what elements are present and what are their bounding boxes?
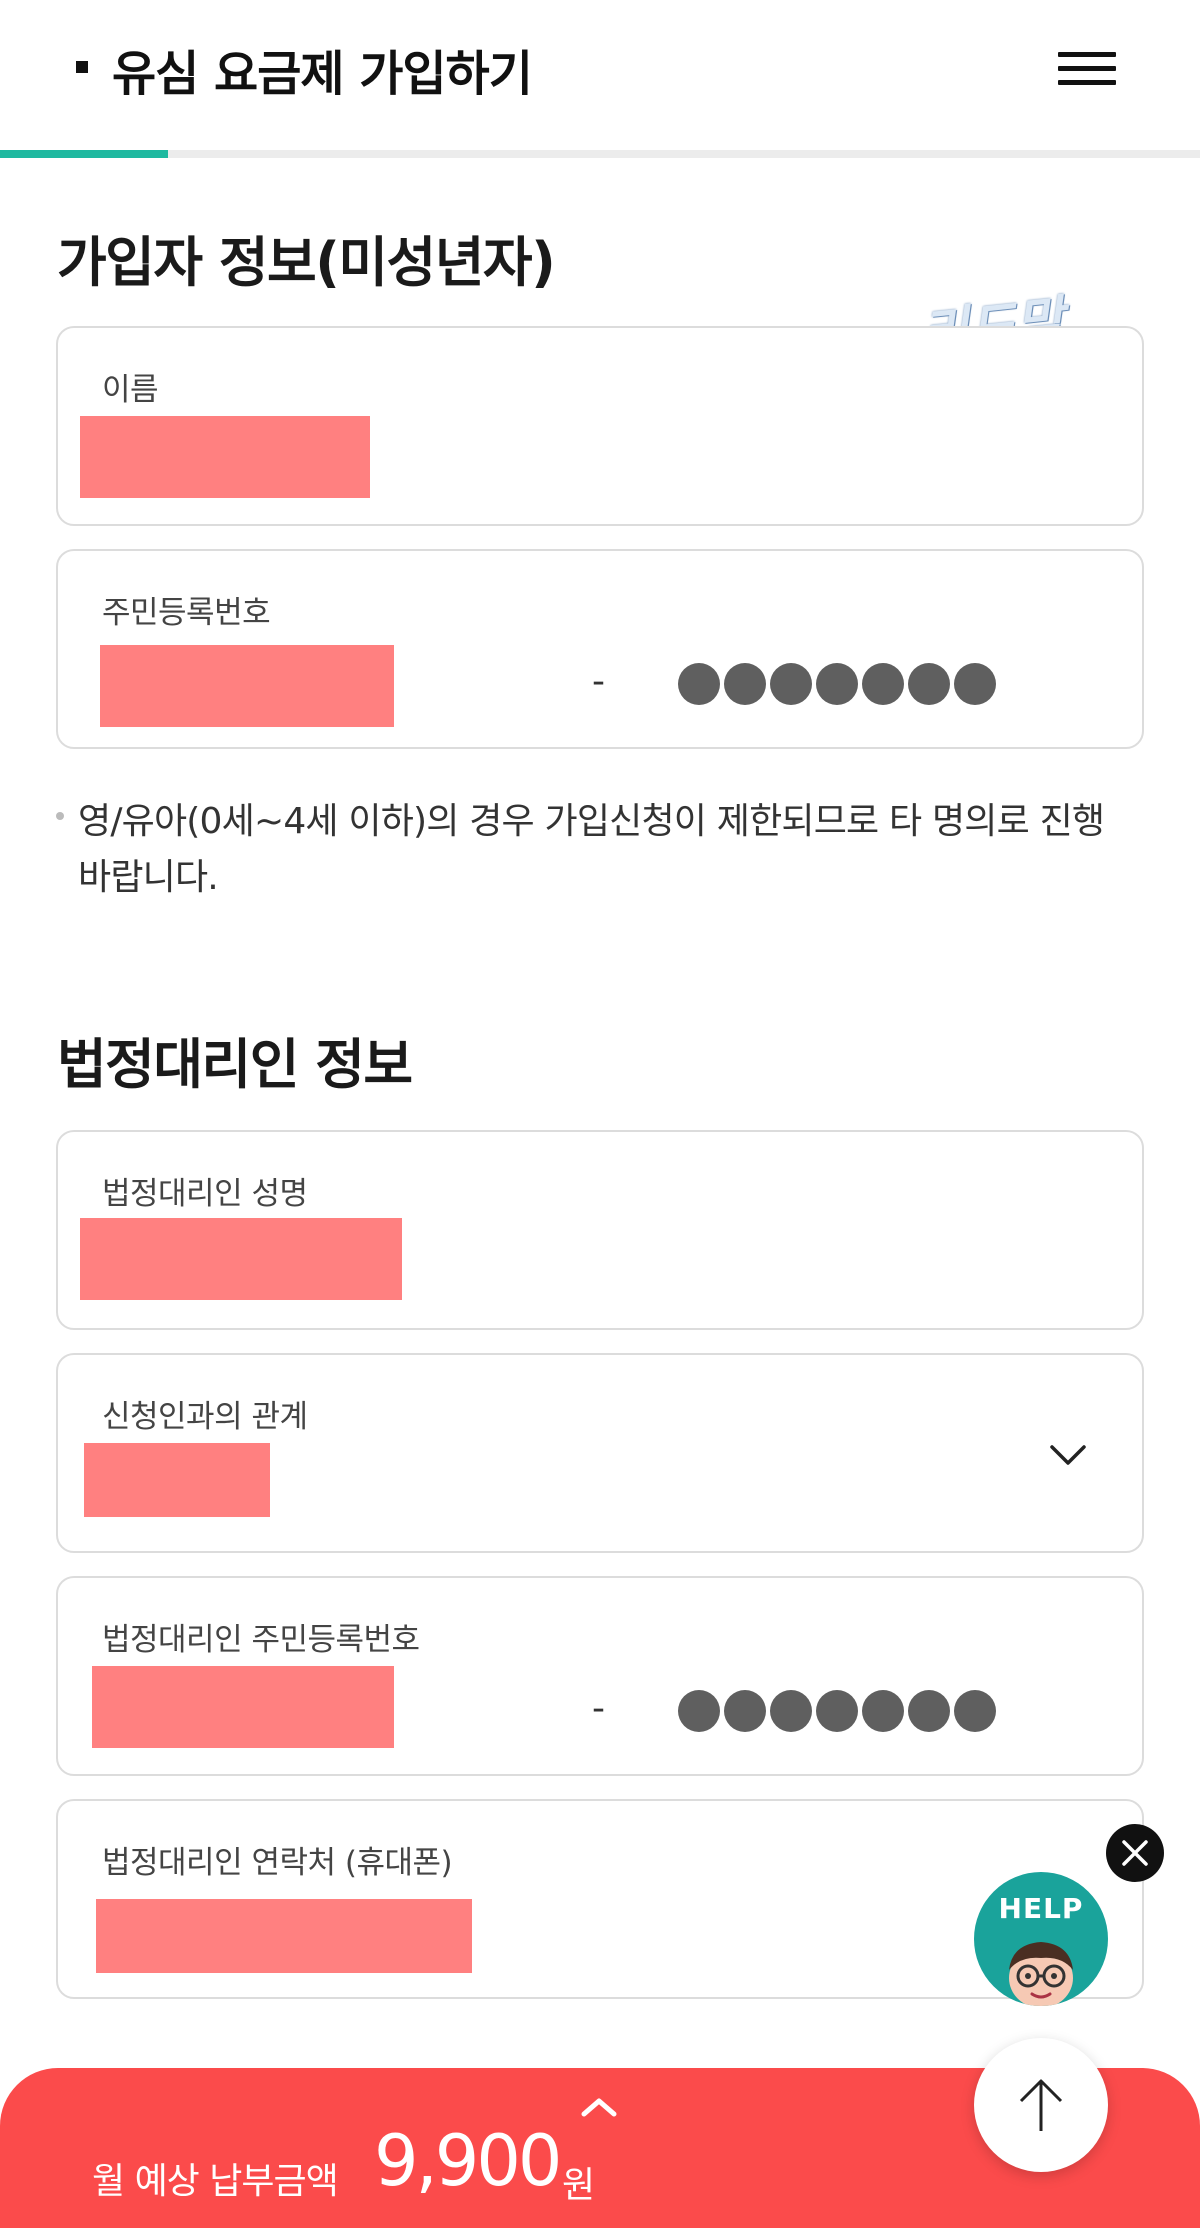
redacted-guardian-phone	[96, 1899, 472, 1973]
title-bullet	[76, 61, 88, 73]
page-title: 유심 요금제 가입하기	[112, 46, 533, 102]
field-label: 이름	[102, 372, 159, 408]
subscriber-name-field[interactable]: 이름	[56, 326, 1144, 526]
field-label: 주민등록번호	[102, 595, 271, 631]
subscriber-section-title: 가입자 정보(미성년자)	[57, 231, 556, 294]
masked-rrn-back	[678, 663, 996, 705]
relation-select[interactable]: 신청인과의 관계	[56, 1353, 1144, 1553]
rrn-separator: -	[592, 661, 605, 702]
header: 유심 요금제 가입하기	[0, 0, 1200, 150]
field-label: 법정대리인 주민등록번호	[102, 1622, 420, 1658]
payment-unit: 원	[562, 2165, 596, 2206]
help-mascot-icon	[1009, 1942, 1073, 2006]
chevron-down-icon[interactable]	[1048, 1435, 1088, 1475]
scroll-top-button[interactable]	[974, 2038, 1108, 2172]
close-icon[interactable]	[1106, 1824, 1164, 1882]
arrow-up-icon	[1019, 2079, 1063, 2131]
payment-label: 월 예상 납부금액	[92, 2161, 339, 2202]
guardian-name-field[interactable]: 법정대리인 성명	[56, 1130, 1144, 1330]
guardian-rrn-field[interactable]: 법정대리인 주민등록번호 -	[56, 1576, 1144, 1776]
help-button[interactable]: HELP	[974, 1872, 1108, 2006]
rrn-separator: -	[592, 1688, 605, 1729]
field-label: 신청인과의 관계	[102, 1399, 308, 1435]
chevron-up-icon[interactable]	[580, 2096, 618, 2118]
redacted-rrn-front	[100, 645, 394, 727]
redacted-guardian-name	[80, 1218, 402, 1300]
subscriber-rrn-field[interactable]: 주민등록번호 -	[56, 549, 1144, 749]
progress-fill	[0, 150, 168, 158]
redacted-name-value	[80, 416, 370, 498]
progress-bar	[0, 150, 1200, 158]
masked-guardian-rrn-back	[678, 1690, 996, 1732]
field-label: 법정대리인 연락처 (휴대폰)	[102, 1845, 453, 1881]
redacted-guardian-rrn-front	[92, 1666, 394, 1748]
guardian-section-title: 법정대리인 정보	[57, 1033, 413, 1096]
notice-bullet	[56, 812, 64, 820]
redacted-relation-value	[84, 1443, 270, 1517]
menu-icon[interactable]	[1058, 52, 1116, 92]
help-label: HELP	[998, 1892, 1084, 1925]
payment-amount: 9,900	[374, 2120, 562, 2202]
field-label: 법정대리인 성명	[102, 1176, 308, 1212]
notice-text: 영/유아(0세~4세 이하)의 경우 가입신청이 제한되므로 타 명의로 진행 …	[78, 801, 1105, 898]
